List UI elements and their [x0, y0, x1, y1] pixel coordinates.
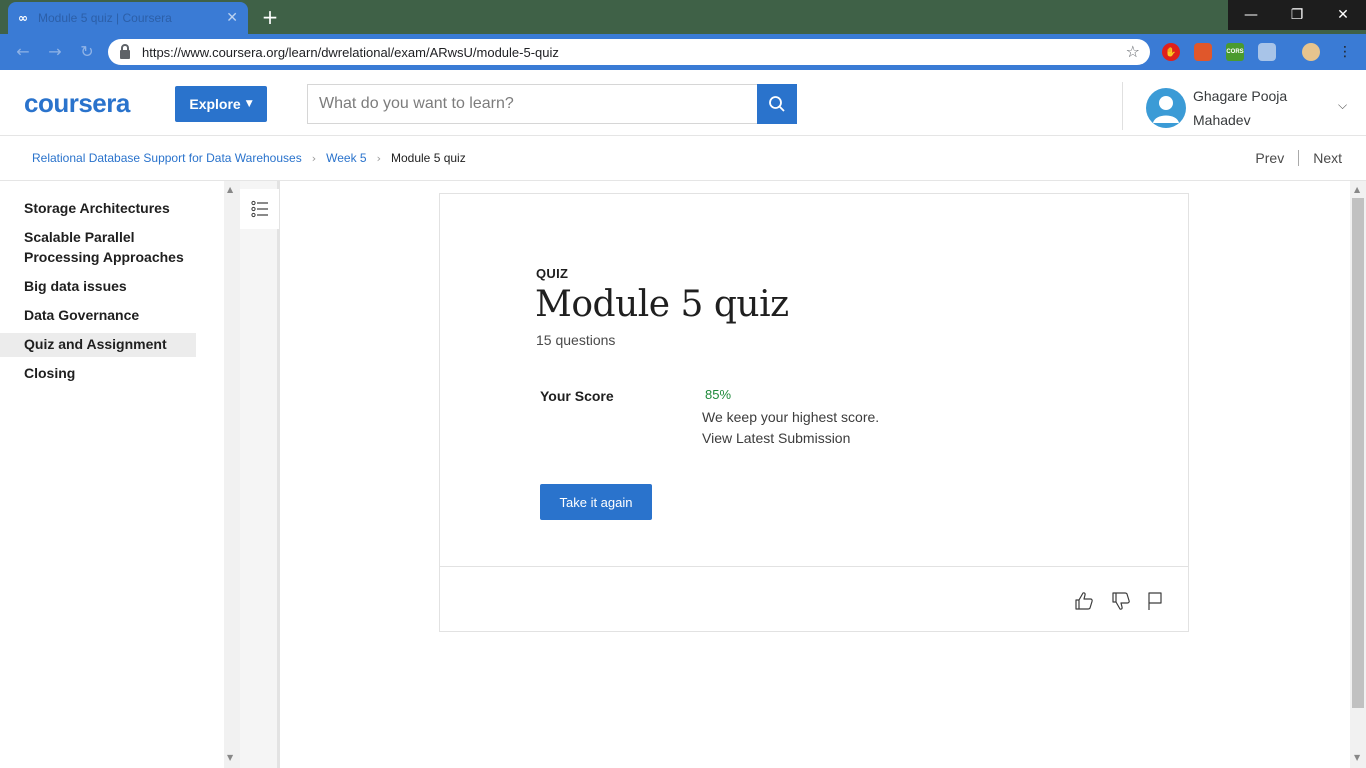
explore-label: Explore	[189, 96, 241, 112]
back-icon[interactable]: ←	[12, 41, 34, 63]
chevron-right-icon: ›	[311, 151, 317, 165]
bookmark-star-icon[interactable]: ☆	[1126, 42, 1140, 61]
quiz-card: QUIZ Module 5 quiz 15 questions Your Sco…	[439, 193, 1189, 632]
thumbs-down-icon[interactable]	[1110, 590, 1132, 612]
user-avatar[interactable]	[1146, 88, 1186, 128]
sidebar-scrollbar[interactable]: ▲ ▼	[224, 181, 240, 768]
browser-toolbar: ← → ↻ https://www.coursera.org/learn/dwr…	[0, 34, 1366, 70]
scroll-up-icon[interactable]: ▲	[227, 185, 233, 194]
prev-button[interactable]: Prev	[1255, 150, 1284, 166]
breadcrumb-bar: Relational Database Support for Data War…	[0, 136, 1366, 181]
scroll-up-icon[interactable]: ▲	[1354, 185, 1360, 194]
sidebar-item-big-data-issues[interactable]: Big data issues	[24, 276, 196, 296]
breadcrumb-course[interactable]: Relational Database Support for Data War…	[32, 151, 302, 165]
take-again-button[interactable]: Take it again	[540, 484, 652, 520]
new-tab-button[interactable]: +	[258, 5, 282, 29]
score-value: 85%	[705, 387, 732, 402]
reload-icon[interactable]: ↻	[76, 41, 98, 63]
sidebar-item-quiz-and-assignment[interactable]: Quiz and Assignment	[0, 333, 196, 357]
brave-shield-icon[interactable]	[1194, 43, 1212, 61]
browser-tab[interactable]: ∞ Module 5 quiz | Coursera ✕	[8, 2, 248, 34]
page-title: Module 5 quiz	[535, 284, 789, 325]
restore-button[interactable]: ❐	[1274, 0, 1320, 30]
browser-tab-strip: ∞ Module 5 quiz | Coursera ✕ + — ❐ ✕	[0, 0, 1366, 34]
prev-next-nav: Prev Next	[1255, 150, 1342, 166]
coursera-logo[interactable]: coursera	[24, 88, 130, 119]
sidebar-toggle-button[interactable]	[240, 189, 279, 229]
search-icon	[769, 96, 785, 112]
question-count: 15 questions	[536, 332, 616, 348]
address-bar[interactable]: https://www.coursera.org/learn/dwrelatio…	[108, 39, 1150, 65]
stop-icon[interactable]: ✋	[1162, 43, 1180, 61]
scroll-down-icon[interactable]: ▼	[227, 753, 233, 762]
sidebar-toggle-panel	[240, 181, 280, 768]
lock-icon	[120, 43, 130, 59]
shield-icon[interactable]	[1258, 43, 1276, 61]
header-divider	[1122, 82, 1123, 130]
card-divider	[440, 566, 1188, 567]
page-scrollbar[interactable]: ▲ ▼	[1350, 181, 1366, 768]
user-icon	[1153, 96, 1179, 123]
view-latest-submission-link[interactable]: View Latest Submission	[702, 430, 850, 446]
profile-avatar-icon[interactable]	[1302, 43, 1320, 61]
user-menu-chevron-icon[interactable]: ⌵	[1338, 98, 1347, 113]
user-name[interactable]: Ghagare Pooja Mahadev	[1193, 84, 1313, 132]
flag-icon[interactable]	[1144, 590, 1166, 612]
next-button[interactable]: Next	[1313, 150, 1342, 166]
site-header: coursera Explore ▼ What do you want to l…	[0, 70, 1366, 136]
breadcrumb-current: Module 5 quiz	[391, 151, 466, 165]
forward-icon[interactable]: →	[44, 41, 66, 63]
search-input[interactable]: What do you want to learn?	[307, 84, 758, 124]
course-sidebar: Storage Architectures Scalable Parallel …	[0, 181, 224, 768]
score-label: Your Score	[540, 388, 614, 404]
tab-close-icon[interactable]: ✕	[226, 10, 238, 26]
close-window-button[interactable]: ✕	[1320, 0, 1366, 30]
infinity-icon: ∞	[18, 11, 28, 25]
chevron-right-icon: ›	[376, 151, 381, 165]
breadcrumb: Relational Database Support for Data War…	[32, 151, 466, 165]
highest-score-note: We keep your highest score.	[702, 409, 880, 425]
breadcrumb-week[interactable]: Week 5	[326, 151, 366, 165]
thumbs-up-icon[interactable]	[1073, 590, 1095, 612]
search-button[interactable]	[757, 84, 797, 124]
tab-title: Module 5 quiz | Coursera	[38, 11, 172, 25]
minimize-button[interactable]: —	[1228, 0, 1274, 30]
list-icon	[250, 200, 268, 218]
scrollbar-thumb[interactable]	[1352, 198, 1364, 708]
nav-divider	[1298, 150, 1300, 166]
sidebar-item-closing[interactable]: Closing	[24, 363, 196, 383]
item-type-label: QUIZ	[536, 266, 569, 281]
sidebar-item-data-governance[interactable]: Data Governance	[24, 305, 196, 325]
sidebar-item-storage-architectures[interactable]: Storage Architectures	[24, 198, 196, 218]
chevron-down-icon: ▼	[245, 99, 253, 109]
scroll-down-icon[interactable]: ▼	[1354, 753, 1360, 762]
sidebar-item-scalable-parallel[interactable]: Scalable Parallel Processing Approaches	[24, 227, 196, 267]
url-text: https://www.coursera.org/learn/dwrelatio…	[142, 44, 559, 60]
explore-button[interactable]: Explore ▼	[175, 86, 267, 122]
cors-icon[interactable]: CORS	[1226, 43, 1244, 61]
browser-menu-icon[interactable]: ⋮	[1334, 41, 1356, 63]
